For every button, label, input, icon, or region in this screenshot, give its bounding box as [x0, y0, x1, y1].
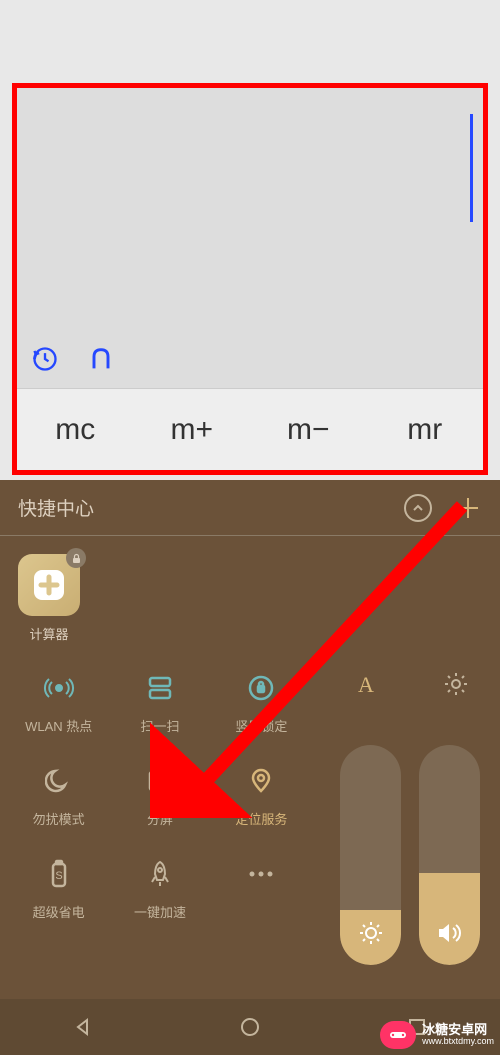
toggle-boost[interactable]: 一键加速: [109, 856, 210, 921]
collapse-button[interactable]: [404, 494, 432, 522]
calculator-display[interactable]: [17, 88, 483, 388]
watermark-name: 冰糖安卓网: [422, 1023, 494, 1037]
toggle-dnd[interactable]: 勿扰模式: [8, 763, 109, 828]
app-dock: 计算器: [0, 536, 500, 661]
location-pin-icon: [243, 763, 279, 799]
svg-text:S: S: [55, 870, 62, 882]
battery-icon: S: [41, 856, 77, 892]
panel-header: 快捷中心: [0, 480, 500, 536]
font-size-icon[interactable]: A: [351, 670, 381, 705]
brightness-icon: [358, 920, 384, 951]
nav-back-button[interactable]: [69, 1013, 97, 1041]
brightness-slider[interactable]: [340, 745, 401, 965]
toggle-label: 竖屏锁定: [235, 716, 287, 735]
panel-title: 快捷中心: [18, 494, 404, 521]
toggle-label: 扫一扫: [140, 716, 179, 735]
mr-button[interactable]: mr: [367, 389, 484, 470]
nav-home-button[interactable]: [236, 1013, 264, 1041]
add-button[interactable]: [454, 494, 482, 522]
watermark: 冰糖安卓网 www.btxtdmy.com: [380, 1021, 494, 1049]
toggle-label: 超级省电: [33, 902, 85, 921]
toggle-more[interactable]: [211, 856, 312, 921]
toggle-label: 勿扰模式: [33, 809, 85, 828]
volume-slider[interactable]: [419, 745, 480, 965]
lock-badge-icon: [66, 548, 86, 568]
toggle-label: 一键加速: [134, 902, 186, 921]
calculator-memory-row: mc m+ m− mr: [17, 388, 483, 470]
watermark-url: www.btxtdmy.com: [422, 1037, 494, 1047]
toggle-power-save[interactable]: S 超级省电: [8, 856, 109, 921]
more-dots-icon: [243, 856, 279, 892]
history-icon[interactable]: [31, 345, 59, 378]
toggle-label: 分屏: [147, 809, 173, 828]
toggle-rotation-lock[interactable]: 竖屏锁定: [211, 670, 312, 735]
quick-control-panel: 快捷中心 计算器 WLAN: [0, 480, 500, 1020]
toggle-label: 定位服务: [235, 809, 287, 828]
toggles-grid: WLAN 热点 扫一扫 竖屏锁定 勿扰模式: [0, 670, 320, 949]
toggle-wlan-hotspot[interactable]: WLAN 热点: [8, 670, 109, 735]
scan-icon: [142, 670, 178, 706]
toggle-scan[interactable]: 扫一扫: [109, 670, 210, 735]
m-plus-button[interactable]: m+: [134, 389, 251, 470]
rotation-lock-icon: [243, 670, 279, 706]
svg-text:A: A: [358, 672, 374, 697]
annotation-red-box: mc m+ m− mr: [12, 83, 488, 475]
toggle-split-screen[interactable]: 分屏: [109, 763, 210, 828]
toggle-location[interactable]: 定位服务: [211, 763, 312, 828]
text-cursor: [470, 114, 473, 222]
calculator-area: mc m+ m− mr: [0, 0, 500, 480]
split-screen-icon: [142, 763, 178, 799]
moon-icon: [41, 763, 77, 799]
wifi-hotspot-icon: [41, 670, 77, 706]
watermark-logo-icon: [380, 1021, 416, 1049]
mc-button[interactable]: mc: [17, 389, 134, 470]
unit-icon[interactable]: [87, 345, 115, 378]
rocket-icon: [142, 856, 178, 892]
right-column: A: [320, 670, 500, 965]
app-label: 计算器: [29, 624, 68, 643]
calculator-app-icon: [18, 554, 80, 616]
toggle-label: WLAN 热点: [25, 716, 92, 735]
volume-icon: [436, 920, 464, 951]
settings-gear-icon[interactable]: [442, 670, 470, 705]
m-minus-button[interactable]: m−: [250, 389, 367, 470]
app-tile-calculator[interactable]: 计算器: [18, 554, 80, 643]
